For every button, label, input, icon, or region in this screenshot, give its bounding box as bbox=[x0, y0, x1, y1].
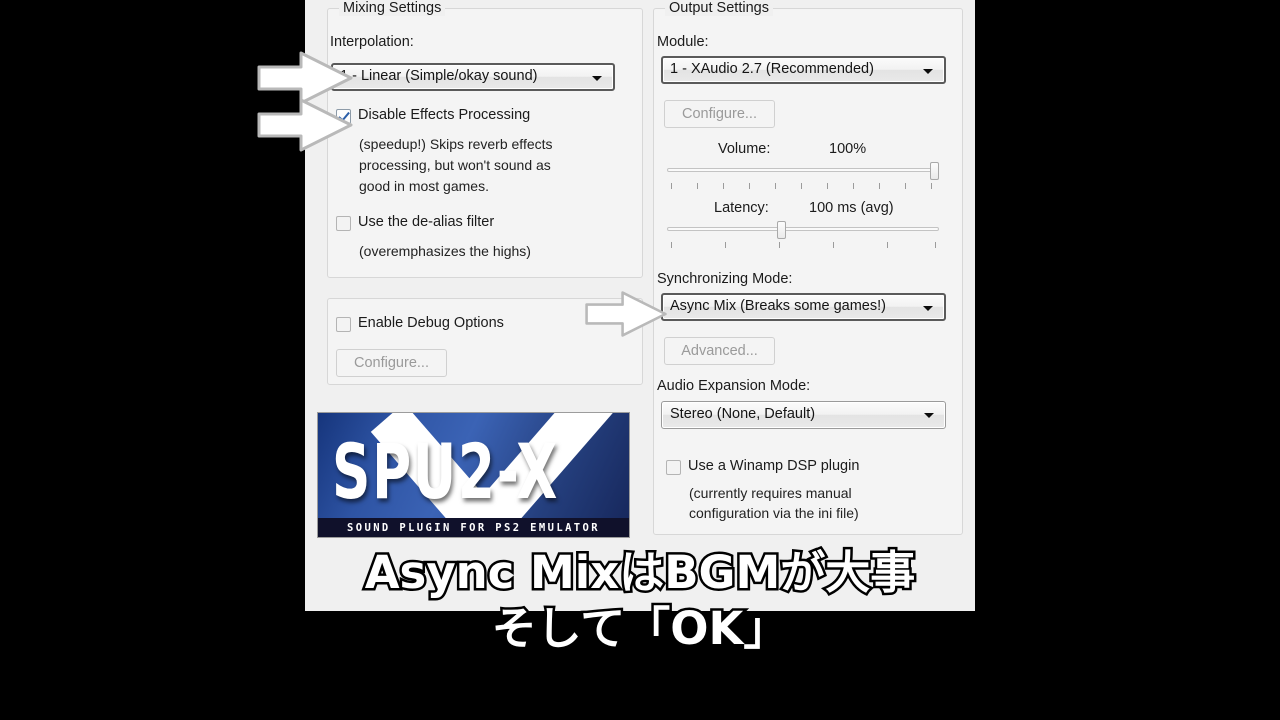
volume-slider-ticks bbox=[667, 183, 939, 189]
dealias-filter-checkbox[interactable]: Use the de-alias filter bbox=[336, 214, 494, 231]
mixing-settings-title: Mixing Settings bbox=[339, 0, 446, 16]
module-combobox-value: 1 - XAudio 2.7 (Recommended) bbox=[670, 61, 874, 77]
module-configure-label: Configure... bbox=[682, 106, 757, 122]
winamp-dsp-desc-line1: (currently requires manual bbox=[689, 485, 852, 501]
disable-effects-desc-line1: (speedup!) Skips reverb effects bbox=[359, 136, 553, 152]
synchronizing-advanced-button[interactable]: Advanced... bbox=[664, 337, 775, 365]
interpolation-label: Interpolation: bbox=[330, 34, 414, 50]
enable-debug-options-checkbox[interactable]: Enable Debug Options bbox=[336, 315, 504, 332]
disable-effects-checkbox[interactable]: Disable Effects Processing bbox=[336, 107, 530, 124]
latency-slider-ticks bbox=[667, 242, 939, 248]
spu2x-logo: SPU2-X SOUND PLUGIN FOR PS2 EMULATOR bbox=[317, 412, 630, 538]
synchronizing-mode-label: Synchronizing Mode: bbox=[657, 271, 793, 287]
latency-slider-track[interactable] bbox=[667, 227, 939, 231]
volume-value: 100% bbox=[829, 141, 867, 157]
logo-title: SPU2-X bbox=[332, 427, 560, 517]
latency-slider-thumb[interactable] bbox=[777, 221, 786, 239]
synchronizing-mode-combobox-value: Async Mix (Breaks some games!) bbox=[670, 298, 886, 314]
latency-value: 100 ms (avg) bbox=[809, 200, 894, 216]
interpolation-combobox-value: 1 - Linear (Simple/okay sound) bbox=[340, 68, 538, 84]
synchronizing-mode-combobox[interactable]: Async Mix (Breaks some games!) bbox=[661, 293, 946, 321]
dealias-filter-desc: (overemphasizes the highs) bbox=[359, 243, 531, 259]
disable-effects-label: Disable Effects Processing bbox=[358, 107, 531, 123]
volume-slider-thumb[interactable] bbox=[930, 162, 939, 180]
logo-tagline: SOUND PLUGIN FOR PS2 EMULATOR bbox=[318, 518, 629, 537]
volume-label: Volume: bbox=[718, 141, 771, 157]
synchronizing-advanced-label: Advanced... bbox=[681, 343, 758, 359]
disable-effects-desc-line2: processing, but won't sound as bbox=[359, 157, 551, 173]
chevron-down-icon bbox=[592, 76, 602, 81]
winamp-dsp-desc-line2: configuration via the ini file) bbox=[689, 505, 859, 521]
module-label: Module: bbox=[657, 34, 709, 50]
output-settings-title: Output Settings bbox=[665, 0, 773, 16]
audio-expansion-mode-label: Audio Expansion Mode: bbox=[657, 378, 811, 394]
dealias-filter-label: Use the de-alias filter bbox=[358, 214, 495, 230]
checkbox-unchecked-icon bbox=[666, 460, 681, 475]
winamp-dsp-label: Use a Winamp DSP plugin bbox=[688, 458, 860, 474]
module-combobox[interactable]: 1 - XAudio 2.7 (Recommended) bbox=[661, 56, 946, 84]
volume-slider[interactable] bbox=[667, 162, 939, 192]
audio-expansion-mode-combobox-value: Stereo (None, Default) bbox=[670, 406, 816, 422]
chevron-down-icon bbox=[923, 306, 933, 311]
checkbox-unchecked-icon bbox=[336, 317, 351, 332]
chevron-down-icon bbox=[923, 69, 933, 74]
audio-expansion-mode-combobox[interactable]: Stereo (None, Default) bbox=[661, 401, 946, 429]
enable-debug-options-label: Enable Debug Options bbox=[358, 315, 504, 331]
debug-configure-label: Configure... bbox=[354, 355, 429, 371]
debug-configure-button[interactable]: Configure... bbox=[336, 349, 447, 377]
chevron-down-icon bbox=[924, 413, 934, 418]
disable-effects-desc-line3: good in most games. bbox=[359, 178, 489, 194]
checkbox-unchecked-icon bbox=[336, 216, 351, 231]
latency-label: Latency: bbox=[714, 200, 769, 216]
annotation-arrow-disable-effects bbox=[257, 98, 353, 152]
volume-slider-track[interactable] bbox=[667, 168, 939, 172]
module-configure-button[interactable]: Configure... bbox=[664, 100, 775, 128]
latency-slider[interactable] bbox=[667, 221, 939, 251]
interpolation-combobox[interactable]: 1 - Linear (Simple/okay sound) bbox=[331, 63, 615, 91]
winamp-dsp-checkbox[interactable]: Use a Winamp DSP plugin bbox=[666, 458, 859, 475]
